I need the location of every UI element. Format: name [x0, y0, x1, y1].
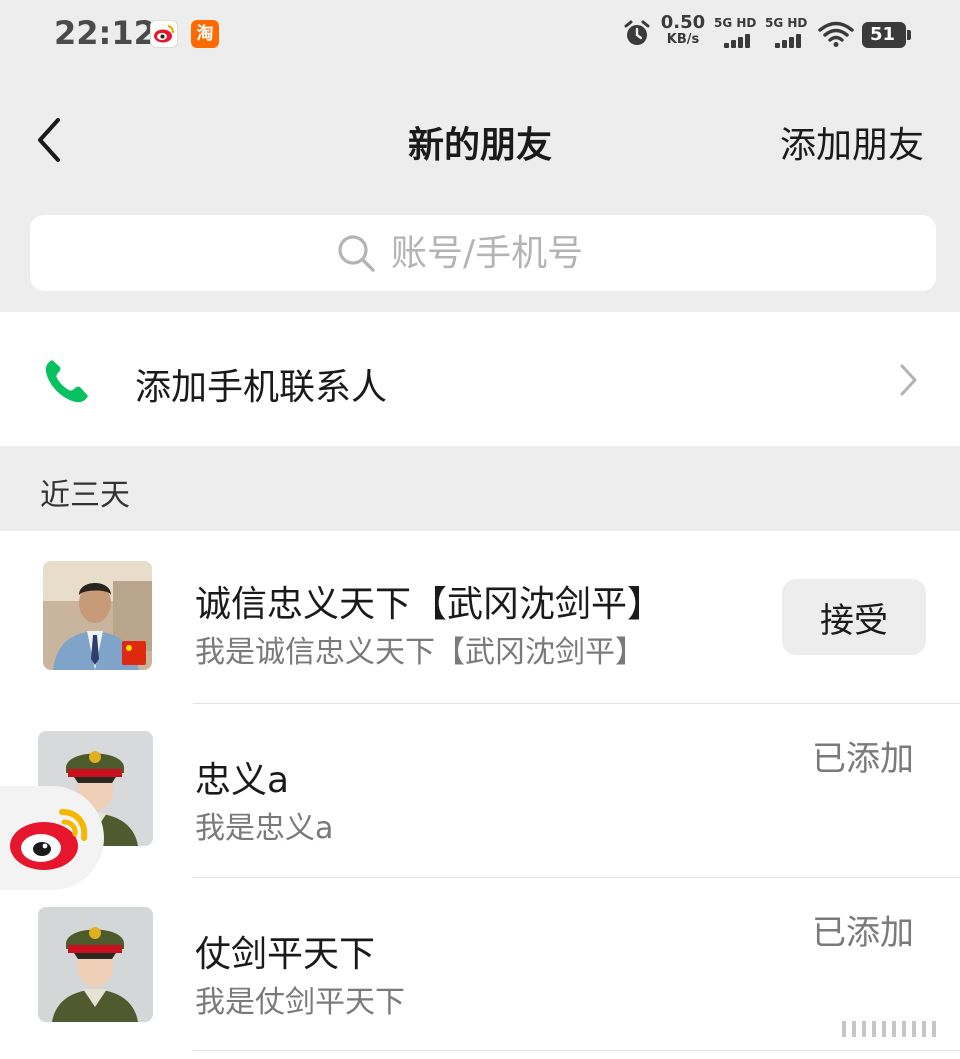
- status-bar: 22:12 淘 0.50 KB/s 5G HD 5G HD 51: [0, 0, 960, 72]
- weibo-icon: [150, 20, 178, 48]
- accept-button[interactable]: 接受: [782, 579, 926, 655]
- add-friend-button[interactable]: 添加朋友: [780, 116, 924, 168]
- request-message: 我是忠义a: [195, 811, 334, 846]
- speed-value: 0.50: [660, 12, 706, 33]
- list-item[interactable]: 诚信忠义天下【武冈沈剑平】 我是诚信忠义天下【武冈沈剑平】 接受: [0, 531, 960, 703]
- add-phone-contacts-label: 添加手机联系人: [135, 367, 388, 408]
- status-time: 22:12: [54, 14, 156, 52]
- section-header: 近三天: [40, 478, 130, 513]
- search-input[interactable]: [391, 232, 631, 274]
- search-bar[interactable]: [30, 215, 936, 291]
- signal-icon: 5G HD: [714, 16, 760, 52]
- avatar[interactable]: [38, 907, 153, 1022]
- signal-icon: 5G HD: [765, 16, 811, 52]
- watermark-icon: [842, 1021, 936, 1037]
- search-icon: [338, 235, 375, 272]
- signal-label: 5G HD: [714, 16, 757, 30]
- request-name: 忠义a: [195, 760, 290, 801]
- wifi-icon: [818, 21, 854, 47]
- request-name: 诚信忠义天下【武冈沈剑平】: [195, 584, 664, 625]
- alarm-icon: [624, 20, 650, 45]
- speed-unit: KB/s: [666, 32, 700, 47]
- avatar[interactable]: [43, 561, 152, 670]
- add-phone-contacts-row[interactable]: 添加手机联系人: [0, 312, 960, 446]
- signal-label: 5G HD: [765, 16, 808, 30]
- request-message: 我是仗剑平天下: [195, 985, 405, 1020]
- request-message: 我是诚信忠义天下【武冈沈剑平】: [195, 635, 645, 670]
- list-item[interactable]: 仗剑平天下 我是仗剑平天下 已添加: [0, 877, 960, 1051]
- list-item[interactable]: 忠义a 我是忠义a 已添加: [0, 703, 960, 877]
- friend-request-list: 诚信忠义天下【武冈沈剑平】 我是诚信忠义天下【武冈沈剑平】 接受 忠义a 我是忠…: [0, 531, 960, 1059]
- divider: [193, 1050, 960, 1051]
- floating-weibo-button[interactable]: [0, 786, 104, 890]
- request-name: 仗剑平天下: [195, 934, 376, 975]
- nav-bar: 新的朋友 添加朋友: [0, 90, 960, 190]
- network-speed: 0.50 KB/s: [660, 14, 706, 48]
- added-status: 已添加: [812, 913, 914, 953]
- added-status: 已添加: [812, 739, 914, 779]
- weibo-logo-icon: [10, 809, 88, 870]
- phone-icon: [45, 360, 88, 403]
- battery-level: 51: [870, 24, 896, 45]
- chevron-right-icon: [900, 364, 917, 396]
- battery-icon: 51: [862, 22, 911, 48]
- taobao-icon: 淘: [191, 20, 219, 48]
